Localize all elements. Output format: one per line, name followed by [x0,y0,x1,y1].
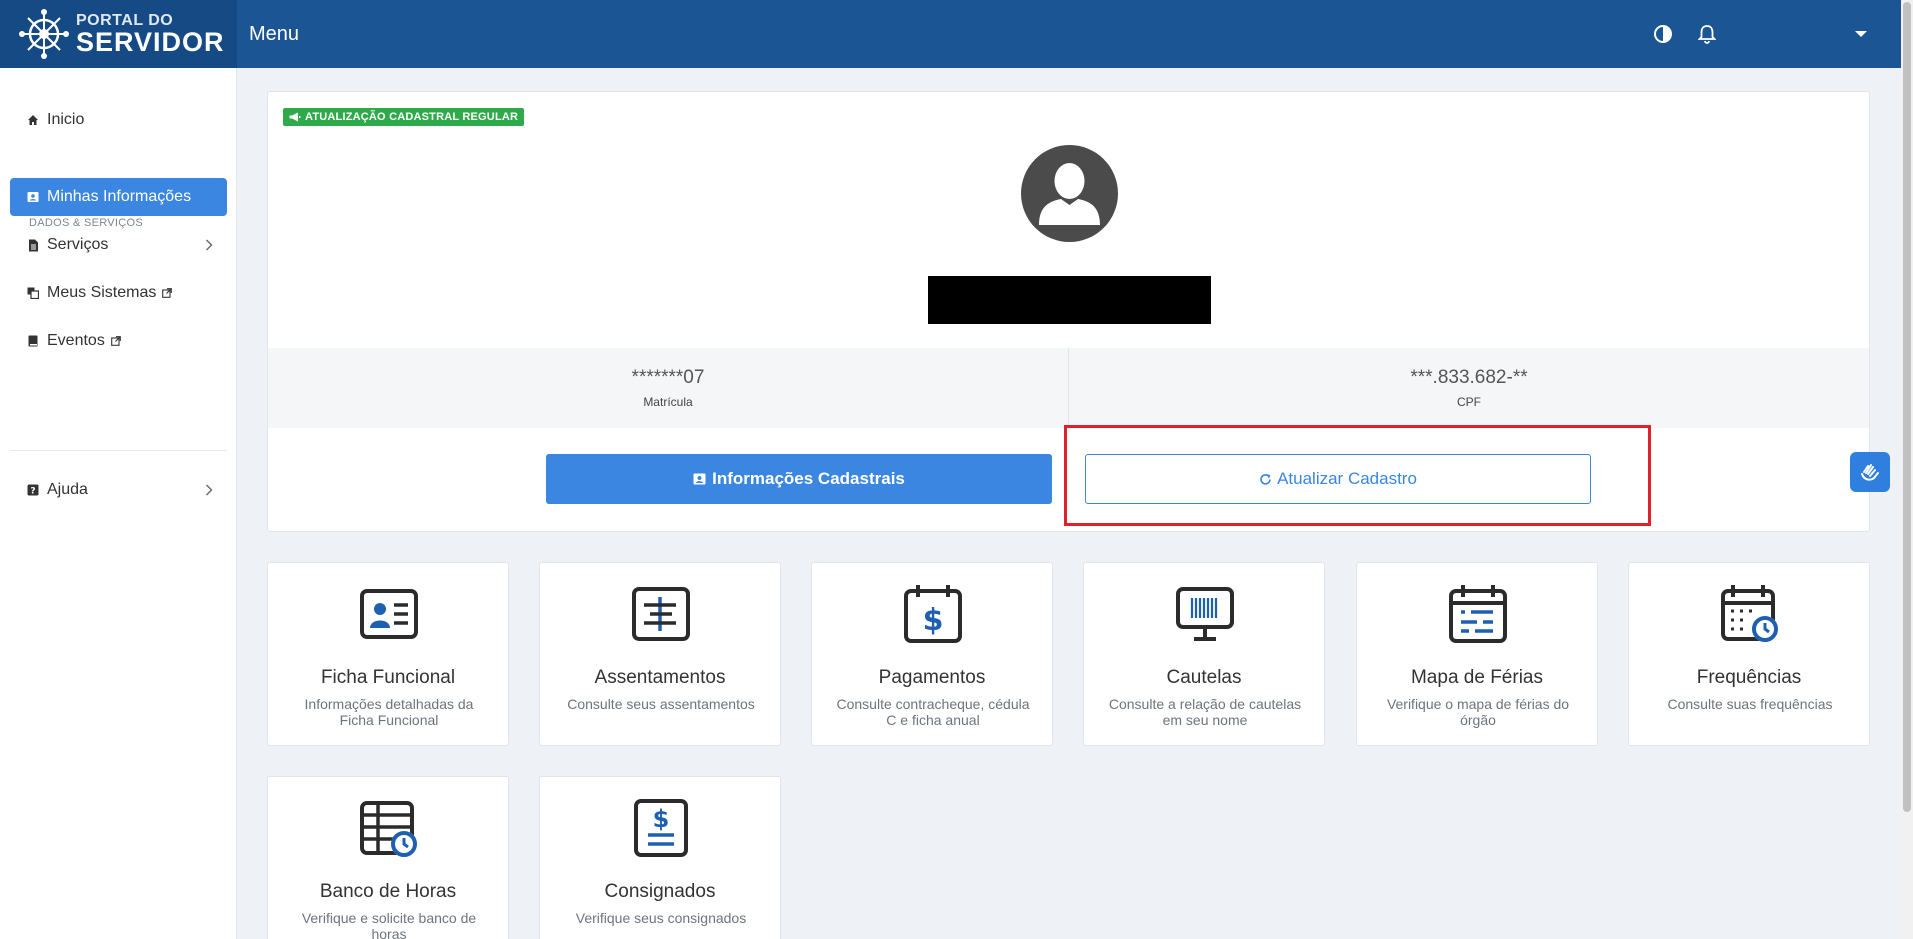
tile-assentamentos[interactable]: Assentamentos Consulte seus assentamento… [539,562,781,746]
external-link-icon [162,288,173,298]
tile-description: Informações detalhadas da Ficha Funciona… [304,696,474,728]
tile-banco-de-horas[interactable]: Banco de Horas Verifique e solicite banc… [267,776,509,939]
button-label: Atualizar Cadastro [1277,469,1417,488]
barcode-monitor-icon [1176,587,1234,641]
sidebar-item-servicos[interactable]: Serviços [10,226,227,264]
brand[interactable]: PORTAL DO SERVIDOR [0,0,237,68]
sidebar-item-label: Meus Sistemas [47,284,157,301]
matricula-label: Matrícula [643,395,693,409]
external-link-icon [110,336,121,346]
sidebar-item-eventos[interactable]: Eventos [10,322,227,360]
tile-cautelas[interactable]: Cautelas Consulte a relação de cautelas … [1083,562,1325,746]
cpf-cell: ***.833.682-** CPF [1068,348,1869,428]
svg-text:$: $ [923,603,944,638]
tile-title: Cautelas [1166,667,1242,688]
sidebar: Inicio DADOS & SERVIÇOS Minhas Informaçõ… [0,68,237,939]
tile-title: Mapa de Férias [1410,667,1543,688]
calendar-clock-icon [1721,585,1778,642]
tile-description: Verifique seus consignados [575,910,747,926]
sidebar-item-minhas-informacoes[interactable]: Minhas Informações [10,178,227,216]
avatar [1021,145,1118,242]
sidebar-item-label: Inicio [47,111,85,128]
contrast-icon[interactable] [1651,22,1675,46]
status-badge: ATUALIZAÇÃO CADASTRAL REGULAR [283,108,525,126]
tile-title: Ficha Funcional [320,667,456,688]
cpf-label: CPF [1457,395,1481,409]
table-clock-icon [360,801,417,857]
timeline-icon [632,587,690,641]
brand-line-2: SERVIDOR [76,26,225,57]
menu-toggle[interactable]: Menu [249,23,299,46]
svg-text:$: $ [653,805,670,833]
copy-icon [26,286,40,300]
badge-text: ATUALIZAÇÃO CADASTRAL REGULAR [305,111,519,123]
tile-title: Frequências [1696,667,1802,688]
brand-text: PORTAL DO SERVIDOR [76,12,225,57]
id-card-icon [26,190,40,204]
tile-description: Consulte a relação de cautelas em seu no… [1108,696,1302,728]
matricula-cell: *******07 Matrícula [268,348,1068,428]
tile-consignados[interactable]: $ Consignados Verifique seus consignados [539,776,781,939]
caret-down-icon[interactable] [1849,22,1873,46]
user-silhouette-icon [1039,163,1100,225]
atualizar-cadastro-button[interactable]: Atualizar Cadastro [1085,454,1591,504]
top-actions [1651,0,1873,68]
tile-description: Consulte suas frequências [1667,696,1833,712]
svg-text:?: ? [30,487,35,497]
cpf-value: ***.833.682-** [1410,367,1528,388]
profile-card: ATUALIZAÇÃO CADASTRAL REGULAR *******07 … [267,91,1870,532]
page-scrollbar[interactable] [1901,0,1913,939]
calendar-dollar-icon: $ [904,585,962,643]
portal-logo-icon [19,9,69,59]
tile-description: Consulte seus assentamentos [567,696,755,712]
refresh-icon [1260,473,1271,485]
tile-description: Consulte contracheque, cédula C e ficha … [836,696,1030,728]
calendar-list-icon [1449,585,1507,643]
sidebar-item-label: Eventos [47,332,105,349]
top-bar: PORTAL DO SERVIDOR Menu [0,0,1913,68]
megaphone-icon [289,112,301,122]
bell-icon[interactable] [1695,22,1719,46]
book-icon [26,334,40,348]
sign-language-icon [1861,464,1879,481]
document-icon [26,238,40,252]
home-icon [26,113,40,127]
sidebar-divider [10,450,227,451]
tile-ficha-funcional[interactable]: Ficha Funcional Informações detalhadas d… [267,562,509,746]
id-card-icon [360,589,418,639]
dollar-document-icon: $ [634,799,688,857]
scrollbar-thumb[interactable] [1903,2,1911,812]
sidebar-item-meus-sistemas[interactable]: Meus Sistemas [10,274,227,312]
button-label: Informações Cadastrais [712,469,905,488]
chevron-right-icon [205,238,213,256]
accessibility-button[interactable] [1850,452,1890,492]
sidebar-item-label: Ajuda [47,481,88,498]
tile-title: Consignados [604,881,716,902]
id-card-icon [693,473,706,485]
tile-title: Pagamentos [878,667,986,688]
sidebar-item-label: Minhas Informações [47,188,192,205]
matricula-value: *******07 [631,367,705,388]
tile-title: Banco de Horas [319,881,457,902]
tile-description: Verifique o mapa de férias do órgão [1386,696,1570,728]
tile-description: Verifique e solicite banco de horas [301,910,477,939]
sidebar-item-label: Serviços [47,236,109,253]
chevron-right-icon [205,483,213,501]
tile-title: Assentamentos [594,667,726,688]
info-band: *******07 Matrícula ***.833.682-** CPF [268,348,1869,428]
sidebar-item-ajuda[interactable]: ? Ajuda [10,471,227,509]
question-icon: ? [26,483,40,497]
tile-mapa-de-ferias[interactable]: Mapa de Férias Verifique o mapa de féria… [1356,562,1598,746]
informacoes-cadastrais-button[interactable]: Informações Cadastrais [546,454,1052,504]
redacted-name [928,276,1211,324]
tile-pagamentos[interactable]: $ Pagamentos Consulte contracheque, cédu… [811,562,1053,746]
tile-frequencias[interactable]: Frequências Consulte suas frequências [1628,562,1870,746]
sidebar-item-inicio[interactable]: Inicio [10,101,227,139]
